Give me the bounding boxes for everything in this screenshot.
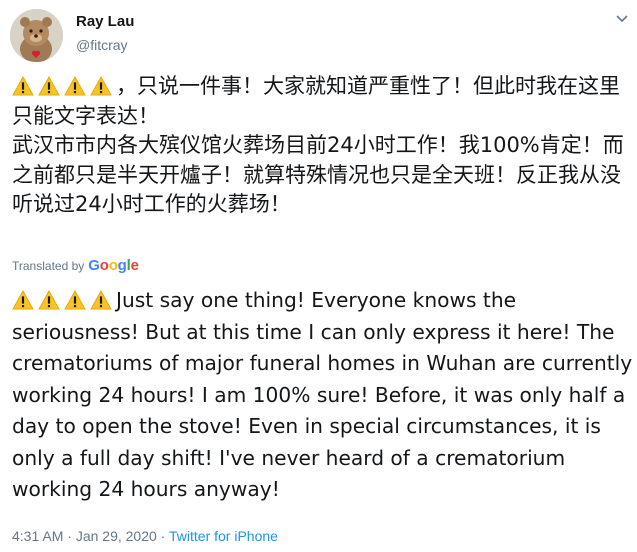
warning-icon (90, 76, 112, 96)
warning-icon (12, 290, 34, 310)
warning-icon (38, 290, 60, 310)
author-handle[interactable]: @fitcray (76, 37, 128, 53)
tweet-date[interactable]: Jan 29, 2020 (76, 528, 157, 544)
google-logo: Google (88, 257, 139, 274)
warning-icon (12, 76, 34, 96)
translated-by-label: Translated by (12, 258, 85, 273)
translated-text: Just say one thing! Everyone knows the s… (12, 285, 634, 506)
tweet-time[interactable]: 4:31 AM (12, 528, 63, 544)
meta-separator: · (156, 528, 169, 544)
tweet-metadata: 4:31 AM · Jan 29, 2020 · Twitter for iPh… (12, 528, 278, 544)
author-display-name[interactable]: Ray Lau (76, 13, 134, 30)
warning-icon (90, 290, 112, 310)
warning-emoji-group (12, 74, 116, 98)
chevron-down-icon[interactable] (615, 12, 629, 26)
warning-icon (64, 76, 86, 96)
warning-icon (38, 76, 60, 96)
translation-body: Just say one thing! Everyone knows the s… (12, 288, 633, 501)
avatar[interactable] (10, 9, 63, 62)
translation-attribution[interactable]: Translated by Google (12, 257, 139, 274)
warning-emoji-group (12, 288, 116, 312)
meta-separator: · (63, 528, 76, 544)
tweet-text: ，只说一件事！大家就知道严重性了！但此时我在这里只能文字表达！ 武汉市市内各大殡… (12, 72, 632, 220)
avatar-teddy-bear-image (10, 9, 63, 62)
tweet-source-link[interactable]: Twitter for iPhone (169, 528, 278, 544)
warning-icon (64, 290, 86, 310)
